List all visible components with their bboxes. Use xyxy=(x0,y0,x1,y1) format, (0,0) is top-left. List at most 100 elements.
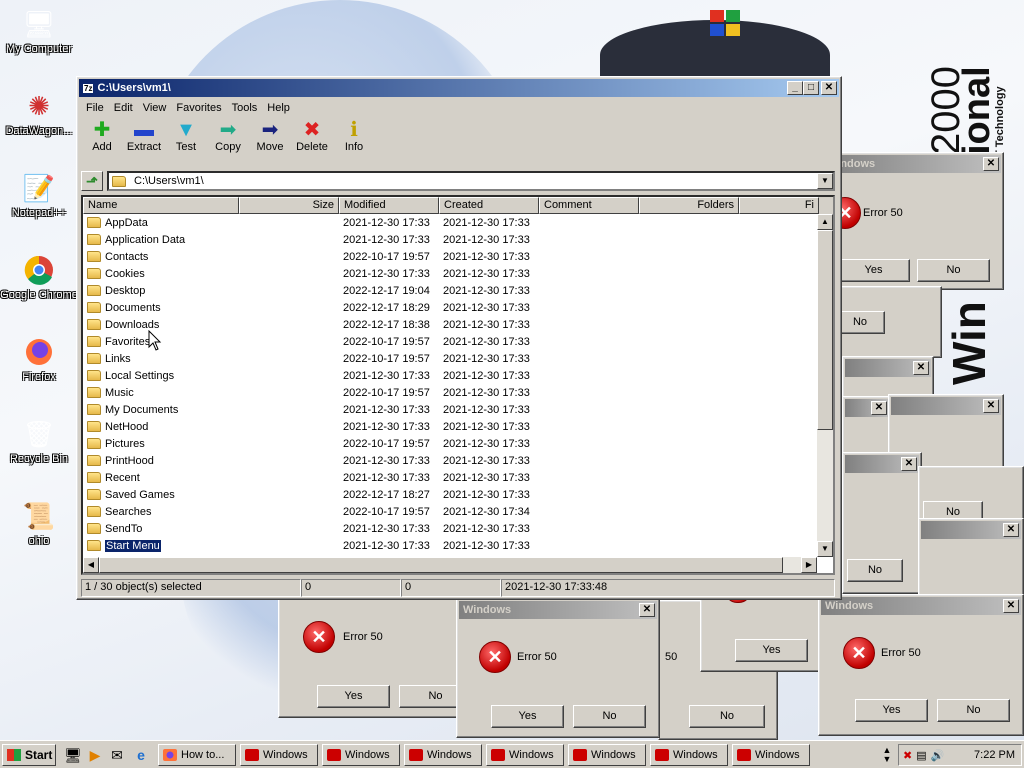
column-header-comment[interactable]: Comment xyxy=(539,197,639,214)
column-header-size[interactable]: Size xyxy=(239,197,339,214)
file-row[interactable]: PrintHood 2021-12-30 17:33 2021-12-30 17:3… xyxy=(83,452,833,469)
file-row[interactable]: Favorites 2022-10-17 19:57 2021-12-30 17:3… xyxy=(83,333,833,350)
path-combobox[interactable]: C:\Users\vm1\ ▼ xyxy=(107,171,835,191)
error-dialog[interactable]: No xyxy=(918,466,1024,526)
error-dialog[interactable]: No xyxy=(830,286,942,358)
close-icon[interactable]: ✕ xyxy=(821,81,837,95)
no-button[interactable]: No xyxy=(937,699,1010,722)
error-dialog[interactable]: ✕ No xyxy=(842,452,922,594)
error-dialog[interactable]: Windows ✕ ✕ Error 50 Yes No xyxy=(820,152,1004,290)
scroll-thumb[interactable] xyxy=(817,230,833,430)
file-row[interactable]: Downloads 2022-12-17 18:38 2021-12-30 17:3… xyxy=(83,316,833,333)
taskbar-windows-button[interactable]: Windows xyxy=(322,744,400,766)
menu-view[interactable]: View xyxy=(138,102,172,114)
no-button[interactable]: No xyxy=(573,705,646,728)
menu-favorites[interactable]: Favorites xyxy=(171,102,226,114)
no-button[interactable]: No xyxy=(835,311,885,334)
desktop-icon-notepadpp[interactable]: 📝 Notepad++ xyxy=(0,172,78,220)
file-row[interactable]: My Documents 2021-12-30 17:33 2021-12-30 1… xyxy=(83,401,833,418)
scroll-up-icon[interactable]: ▲ xyxy=(817,214,833,230)
close-icon[interactable]: ✕ xyxy=(983,399,999,413)
no-button[interactable]: No xyxy=(917,259,990,282)
taskbar-windows-button[interactable]: Windows xyxy=(240,744,318,766)
desktop-icon-my-computer[interactable]: 🖥 My Computer xyxy=(0,8,78,56)
menu-file[interactable]: File xyxy=(81,102,109,114)
close-icon[interactable]: ✕ xyxy=(901,457,917,471)
minimize-icon[interactable]: _ xyxy=(787,81,803,95)
error-dialog[interactable]: ✕ Error 50 Yes No xyxy=(278,596,472,718)
column-header-folders[interactable]: Folders xyxy=(639,197,739,214)
up-folder-icon[interactable]: ⬏ xyxy=(81,171,103,191)
clock[interactable]: 7:22 PM xyxy=(974,749,1015,761)
file-row[interactable]: Documents 2022-12-17 18:29 2021-12-30 17:3… xyxy=(83,299,833,316)
vertical-scrollbar[interactable]: ▲ ▼ xyxy=(817,214,833,557)
scroll-right-icon[interactable]: ▶ xyxy=(801,557,817,573)
desktop-icon-firefox[interactable]: Firefox xyxy=(0,336,78,383)
scroll-thumb-horizontal[interactable] xyxy=(99,557,783,573)
scroll-down-icon[interactable]: ▼ xyxy=(817,541,833,557)
yes-button[interactable]: Yes xyxy=(735,639,808,662)
info-button[interactable]: ℹ Info xyxy=(333,117,375,153)
menu-help[interactable]: Help xyxy=(262,102,295,114)
task-scroll-icon[interactable]: ▲ ▼ xyxy=(878,746,896,764)
desktop-icon-datawagon[interactable]: ✺ DataWagon... xyxy=(0,90,78,138)
column-header-files[interactable]: Fi xyxy=(739,197,819,214)
desktop-icon-chrome[interactable]: Google Chrome xyxy=(0,254,78,301)
yes-button[interactable]: Yes xyxy=(855,699,928,722)
error-dialog[interactable]: Windows ✕ ✕ Error 50 Yes No xyxy=(818,594,1024,736)
close-icon[interactable]: ✕ xyxy=(1003,599,1019,613)
file-row[interactable]: Recent 2021-12-30 17:33 2021-12-30 17:33 xyxy=(83,469,833,486)
scroll-left-icon[interactable]: ◀ xyxy=(83,557,99,573)
delete-button[interactable]: ✖ Delete xyxy=(291,117,333,153)
file-row[interactable]: AppData 2021-12-30 17:33 2021-12-30 17:33 xyxy=(83,214,833,231)
file-row[interactable]: Contacts 2022-10-17 19:57 2021-12-30 17:33 xyxy=(83,248,833,265)
start-button[interactable]: Start xyxy=(2,744,56,766)
file-row[interactable]: Cookies 2021-12-30 17:33 2021-12-30 17:33 xyxy=(83,265,833,282)
file-row[interactable]: Start Menu 2021-12-30 17:33 2021-12-30 17:… xyxy=(83,537,833,554)
file-row[interactable]: SendTo 2021-12-30 17:33 2021-12-30 17:33 xyxy=(83,520,833,537)
menu-edit[interactable]: Edit xyxy=(109,102,138,114)
desktop-icon-ohio[interactable]: 📜 ohio xyxy=(0,500,78,548)
media-player-icon[interactable]: ▶ xyxy=(86,746,104,764)
extract-button[interactable]: ▬ Extract xyxy=(123,117,165,153)
file-row[interactable]: Local Settings 2021-12-30 17:33 2021-12-30… xyxy=(83,367,833,384)
file-row[interactable]: Saved Games 2022-12-17 18:27 2021-12-30 17… xyxy=(83,486,833,503)
copy-button[interactable]: ➡ Copy xyxy=(207,117,249,153)
file-row[interactable]: Music 2022-10-17 19:57 2021-12-30 17:33 xyxy=(83,384,833,401)
horizontal-scrollbar[interactable]: ◀ ▶ xyxy=(83,557,817,573)
yes-button[interactable]: Yes xyxy=(491,705,564,728)
taskbar-windows-button[interactable]: Windows xyxy=(568,744,646,766)
test-button[interactable]: ▼ Test xyxy=(165,117,207,153)
column-header-created[interactable]: Created xyxy=(439,197,539,214)
error-dialog[interactable]: Yes xyxy=(700,585,822,672)
column-header-modified[interactable]: Modified xyxy=(339,197,439,214)
network-error-icon[interactable]: ✖ xyxy=(903,749,912,762)
file-row[interactable]: NetHood 2021-12-30 17:33 2021-12-30 17:33 xyxy=(83,418,833,435)
maximize-icon[interactable]: □ xyxy=(803,81,819,95)
desktop-icon-recycle-bin[interactable]: 🗑 Recycle Bin xyxy=(0,418,78,466)
no-button[interactable]: No xyxy=(689,705,765,728)
internet-explorer-icon[interactable]: e xyxy=(132,746,150,764)
menu-tools[interactable]: Tools xyxy=(227,102,263,114)
close-icon[interactable]: ✕ xyxy=(871,401,887,415)
taskbar-windows-button[interactable]: Windows xyxy=(486,744,564,766)
outlook-icon[interactable]: ✉ xyxy=(108,746,126,764)
file-manager-window[interactable]: 7z C:\Users\vm1\ _ □ ✕ File Edit View Fa… xyxy=(76,76,842,600)
file-list[interactable]: Name Size Modified Created Comment Folde… xyxy=(81,195,835,575)
show-desktop-icon[interactable]: 🖥 xyxy=(64,746,82,764)
close-icon[interactable]: ✕ xyxy=(639,603,655,617)
file-row[interactable]: Links 2022-10-17 19:57 2021-12-30 17:33 xyxy=(83,350,833,367)
add-button[interactable]: ✚ Add xyxy=(81,117,123,153)
taskbar-windows-button[interactable]: Windows xyxy=(404,744,482,766)
window-titlebar[interactable]: 7z C:\Users\vm1\ _ □ ✕ xyxy=(79,79,839,97)
close-icon[interactable]: ✕ xyxy=(983,157,999,171)
file-row[interactable]: Searches 2022-10-17 19:57 2021-12-30 17:34 xyxy=(83,503,833,520)
no-button[interactable]: No xyxy=(847,559,903,582)
yes-button[interactable]: Yes xyxy=(317,685,390,708)
taskbar-windows-button[interactable]: Windows xyxy=(732,744,810,766)
taskbar-windows-button[interactable]: Windows xyxy=(650,744,728,766)
yes-button[interactable]: Yes xyxy=(837,259,910,282)
file-row[interactable]: Application Data 2021-12-30 17:33 2021-12-… xyxy=(83,231,833,248)
move-button[interactable]: ➡ Move xyxy=(249,117,291,153)
volume-icon[interactable]: 🔊 xyxy=(931,749,945,762)
